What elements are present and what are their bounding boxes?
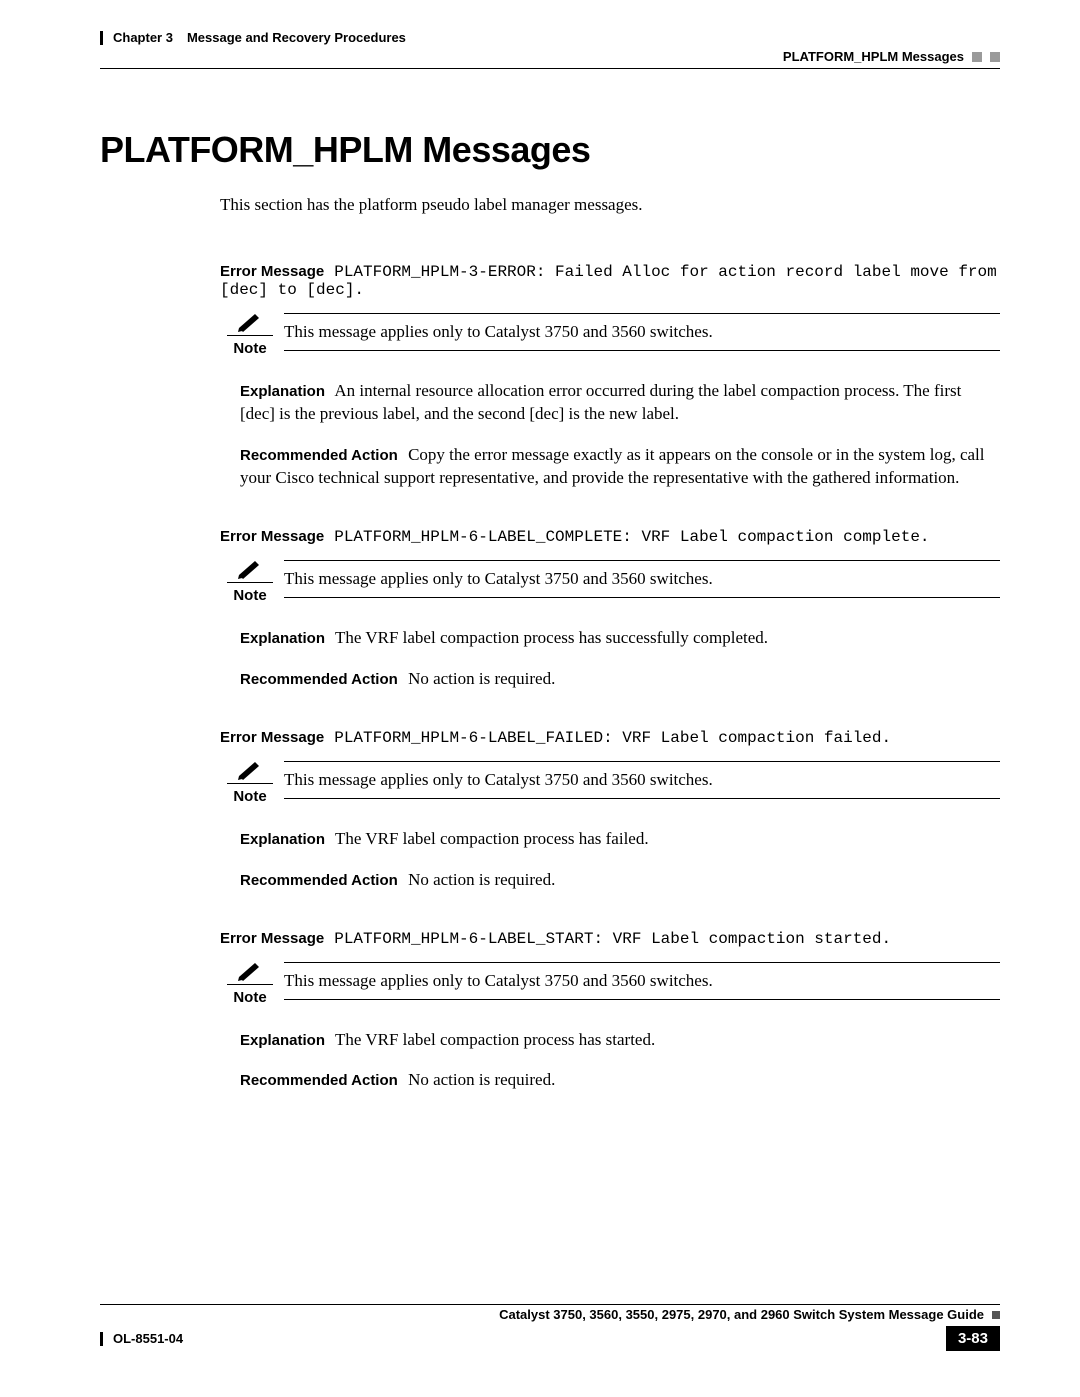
note-row: Note This message applies only to Cataly… [220, 313, 1000, 358]
page-footer: Catalyst 3750, 3560, 3550, 2975, 2970, a… [100, 1304, 1000, 1351]
explanation-para: Explanation The VRF label compaction pro… [240, 828, 1000, 851]
message-block: Error Message PLATFORM_HPLM-3-ERROR: Fai… [220, 263, 1000, 490]
recommended-action-para: Recommended Action No action is required… [240, 1069, 1000, 1092]
note-text: This message applies only to Catalyst 37… [284, 761, 1000, 799]
chapter-number: Chapter 3 [113, 30, 173, 45]
recommended-action-label: Recommended Action [240, 872, 398, 889]
note-label: Note [227, 335, 273, 357]
running-header: Chapter 3 Message and Recovery Procedure… [100, 30, 1000, 45]
message-block: Error Message PLATFORM_HPLM-6-LABEL_STAR… [220, 930, 1000, 1093]
note-row: Note This message applies only to Cataly… [220, 962, 1000, 1007]
note-text: This message applies only to Catalyst 37… [284, 962, 1000, 1000]
page-title: PLATFORM_HPLM Messages [100, 129, 1000, 171]
pencil-icon [237, 962, 263, 982]
error-message-line: Error Message PLATFORM_HPLM-3-ERROR: Fai… [220, 263, 1000, 299]
page-number-badge: 3-83 [946, 1326, 1000, 1351]
error-message-code: PLATFORM_HPLM-3-ERROR: Failed Alloc for … [220, 263, 997, 299]
explanation-label: Explanation [240, 831, 325, 848]
explanation-label: Explanation [240, 383, 325, 400]
recommended-action-para: Recommended Action Copy the error messag… [240, 444, 1000, 490]
footer-square-icon [992, 1311, 1000, 1319]
message-block: Error Message PLATFORM_HPLM-6-LABEL_FAIL… [220, 729, 1000, 892]
recommended-action-label: Recommended Action [240, 671, 398, 688]
explanation-text: The VRF label compaction process has sta… [335, 1030, 655, 1049]
explanation-label: Explanation [240, 1032, 325, 1049]
note-label: Note [227, 783, 273, 805]
error-message-label: Error Message [220, 263, 324, 280]
note-label: Note [227, 984, 273, 1006]
header-square-icon [990, 52, 1000, 62]
error-message-code: PLATFORM_HPLM-6-LABEL_FAILED: VRF Label … [334, 729, 891, 747]
explanation-text: The VRF label compaction process has suc… [335, 628, 768, 647]
footer-guide-title: Catalyst 3750, 3560, 3550, 2975, 2970, a… [499, 1307, 984, 1322]
recommended-action-text: No action is required. [408, 870, 555, 889]
explanation-para: Explanation The VRF label compaction pro… [240, 627, 1000, 650]
error-message-line: Error Message PLATFORM_HPLM-6-LABEL_FAIL… [220, 729, 1000, 747]
note-text: This message applies only to Catalyst 37… [284, 560, 1000, 598]
error-message-line: Error Message PLATFORM_HPLM-6-LABEL_COMP… [220, 528, 1000, 546]
footer-rule [100, 1332, 103, 1346]
note-row: Note This message applies only to Cataly… [220, 761, 1000, 806]
header-square-icon [972, 52, 982, 62]
recommended-action-label: Recommended Action [240, 1072, 398, 1089]
explanation-para: Explanation An internal resource allocat… [240, 380, 1000, 426]
recommended-action-text: No action is required. [408, 1070, 555, 1089]
intro-text: This section has the platform pseudo lab… [220, 195, 1000, 215]
pencil-icon [237, 560, 263, 580]
section-title: PLATFORM_HPLM Messages [783, 49, 964, 64]
footer-doc-id: OL-8551-04 [113, 1331, 183, 1346]
explanation-para: Explanation The VRF label compaction pro… [240, 1029, 1000, 1052]
error-message-label: Error Message [220, 528, 324, 545]
message-block: Error Message PLATFORM_HPLM-6-LABEL_COMP… [220, 528, 1000, 691]
error-message-line: Error Message PLATFORM_HPLM-6-LABEL_STAR… [220, 930, 1000, 948]
error-message-code: PLATFORM_HPLM-6-LABEL_COMPLETE: VRF Labe… [334, 528, 929, 546]
pencil-icon [237, 313, 263, 333]
recommended-action-label: Recommended Action [240, 447, 398, 464]
pencil-icon [237, 761, 263, 781]
note-label: Note [227, 582, 273, 604]
recommended-action-para: Recommended Action No action is required… [240, 869, 1000, 892]
header-rule [100, 31, 103, 45]
recommended-action-text: No action is required. [408, 669, 555, 688]
note-text: This message applies only to Catalyst 37… [284, 313, 1000, 351]
error-message-label: Error Message [220, 729, 324, 746]
note-row: Note This message applies only to Cataly… [220, 560, 1000, 605]
section-header-row: PLATFORM_HPLM Messages [100, 49, 1000, 69]
explanation-label: Explanation [240, 630, 325, 647]
explanation-text: The VRF label compaction process has fai… [335, 829, 649, 848]
explanation-text: An internal resource allocation error oc… [240, 381, 961, 423]
error-message-code: PLATFORM_HPLM-6-LABEL_START: VRF Label c… [334, 930, 891, 948]
recommended-action-para: Recommended Action No action is required… [240, 668, 1000, 691]
chapter-title: Message and Recovery Procedures [187, 30, 406, 45]
error-message-label: Error Message [220, 930, 324, 947]
